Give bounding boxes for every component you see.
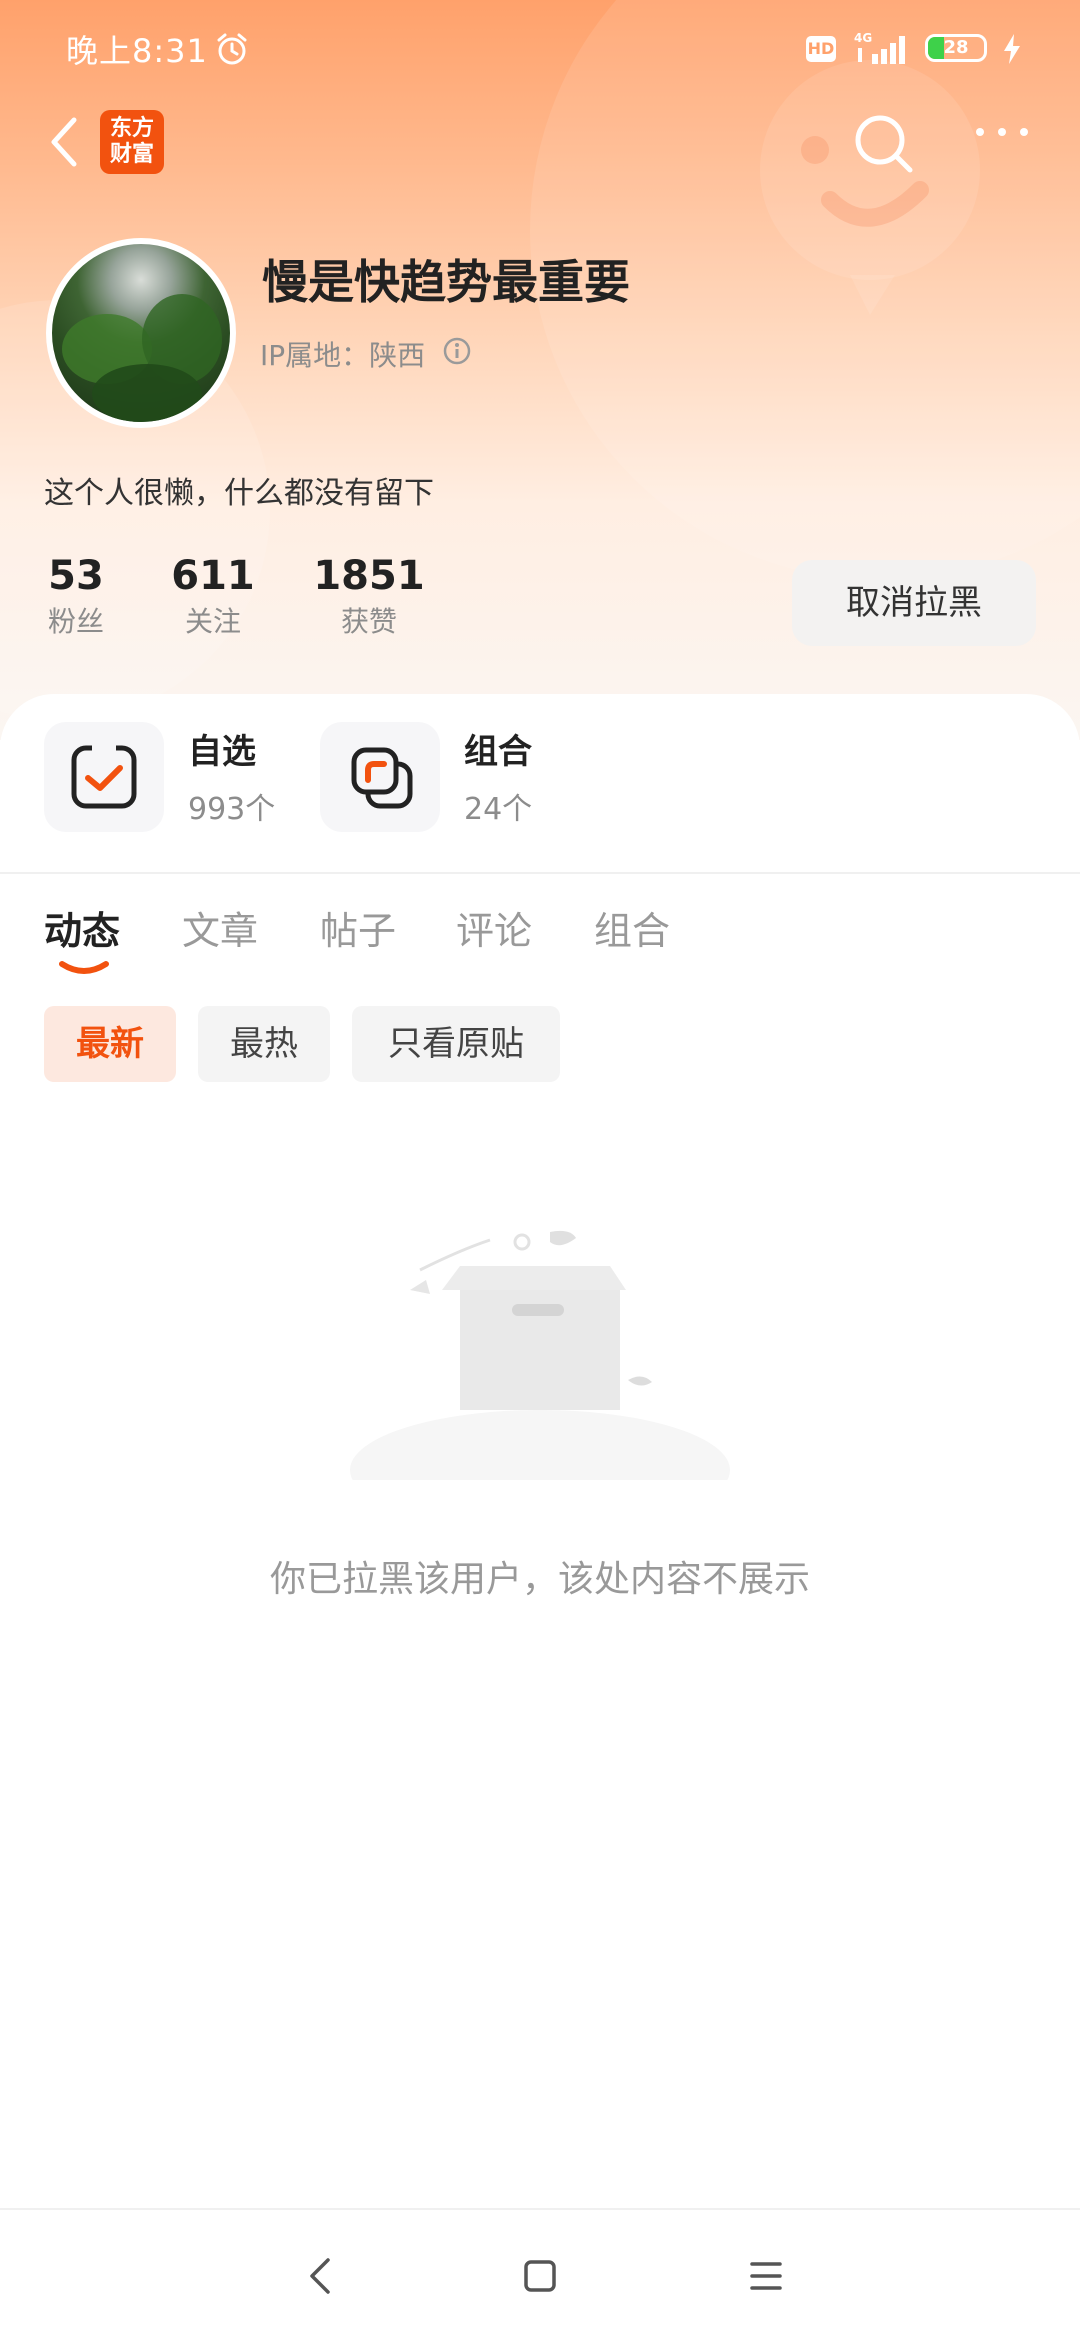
username: 慢是快趋势最重要 bbox=[262, 255, 630, 309]
system-menu-icon[interactable] bbox=[746, 2256, 786, 2296]
logo-text-line1: 东方 bbox=[109, 116, 154, 141]
signal-strength-icon: 4G bbox=[854, 31, 905, 64]
hd-badge: HD bbox=[806, 36, 836, 62]
watchlist-check-icon bbox=[71, 744, 137, 809]
filter-hottest[interactable]: 最热 bbox=[198, 1006, 330, 1082]
tab-comments[interactable]: 评论 bbox=[456, 900, 532, 955]
empty-box-icon bbox=[350, 1230, 730, 1480]
asset-icon-box bbox=[44, 722, 164, 832]
ip-location: IP属地：陕西 bbox=[260, 339, 426, 372]
app-logo: 东方 财富 bbox=[100, 110, 164, 174]
back-chevron-icon[interactable] bbox=[44, 112, 84, 172]
logo-text-line2: 财富 bbox=[109, 142, 154, 167]
stat-value: 611 bbox=[171, 553, 255, 599]
stat-value: 1851 bbox=[313, 553, 425, 599]
filter-latest[interactable]: 最新 bbox=[44, 1006, 176, 1082]
bio-text: 这个人很懒，什么都没有留下 bbox=[44, 476, 434, 511]
more-horizontal-icon[interactable] bbox=[974, 124, 1030, 140]
tab-posts[interactable]: 帖子 bbox=[320, 900, 396, 955]
stat-label: 关注 bbox=[184, 605, 241, 638]
active-tab-indicator bbox=[59, 961, 109, 974]
search-icon[interactable] bbox=[852, 112, 916, 176]
alarm-clock-icon bbox=[217, 33, 247, 65]
stat-following[interactable]: 611 关注 bbox=[168, 552, 258, 640]
filter-original-only[interactable]: 只看原贴 bbox=[352, 1006, 560, 1082]
asset-icon-box bbox=[320, 722, 440, 832]
asset-title: 自选 bbox=[188, 732, 256, 772]
stat-likes[interactable]: 1851 获赞 bbox=[310, 552, 428, 640]
system-home-icon[interactable] bbox=[520, 2256, 560, 2296]
battery-indicator: 28 bbox=[925, 34, 987, 62]
tab-articles[interactable]: 文章 bbox=[182, 900, 258, 955]
bottom-divider bbox=[0, 2208, 1080, 2210]
charging-bolt-icon bbox=[1004, 34, 1020, 64]
empty-state-message: 你已拉黑该用户，该处内容不展示 bbox=[269, 1559, 810, 1600]
unblock-button[interactable]: 取消拉黑 bbox=[792, 560, 1036, 646]
status-bar: 晚上8:31 HD 4G 28 bbox=[0, 0, 1080, 100]
stat-fans[interactable]: 53 粉丝 bbox=[36, 552, 116, 640]
tab-dynamics[interactable]: 动态 bbox=[44, 900, 120, 955]
asset-count: 993个 bbox=[188, 792, 276, 827]
info-icon[interactable] bbox=[442, 336, 472, 366]
asset-title: 组合 bbox=[464, 732, 532, 772]
content-card bbox=[0, 694, 1080, 2340]
battery-level-text: 28 bbox=[943, 37, 969, 58]
portfolio-stack-icon bbox=[351, 747, 413, 809]
stat-label: 获赞 bbox=[340, 605, 397, 638]
section-divider bbox=[0, 872, 1080, 874]
status-time: 晚上8:31 bbox=[66, 32, 208, 70]
tab-portfolio[interactable]: 组合 bbox=[594, 900, 670, 955]
stat-value: 53 bbox=[48, 553, 104, 599]
avatar[interactable] bbox=[46, 238, 236, 428]
network-type-label: 4G bbox=[854, 31, 872, 45]
system-back-icon[interactable] bbox=[300, 2254, 340, 2298]
stat-label: 粉丝 bbox=[47, 605, 104, 638]
asset-count: 24个 bbox=[464, 792, 533, 827]
